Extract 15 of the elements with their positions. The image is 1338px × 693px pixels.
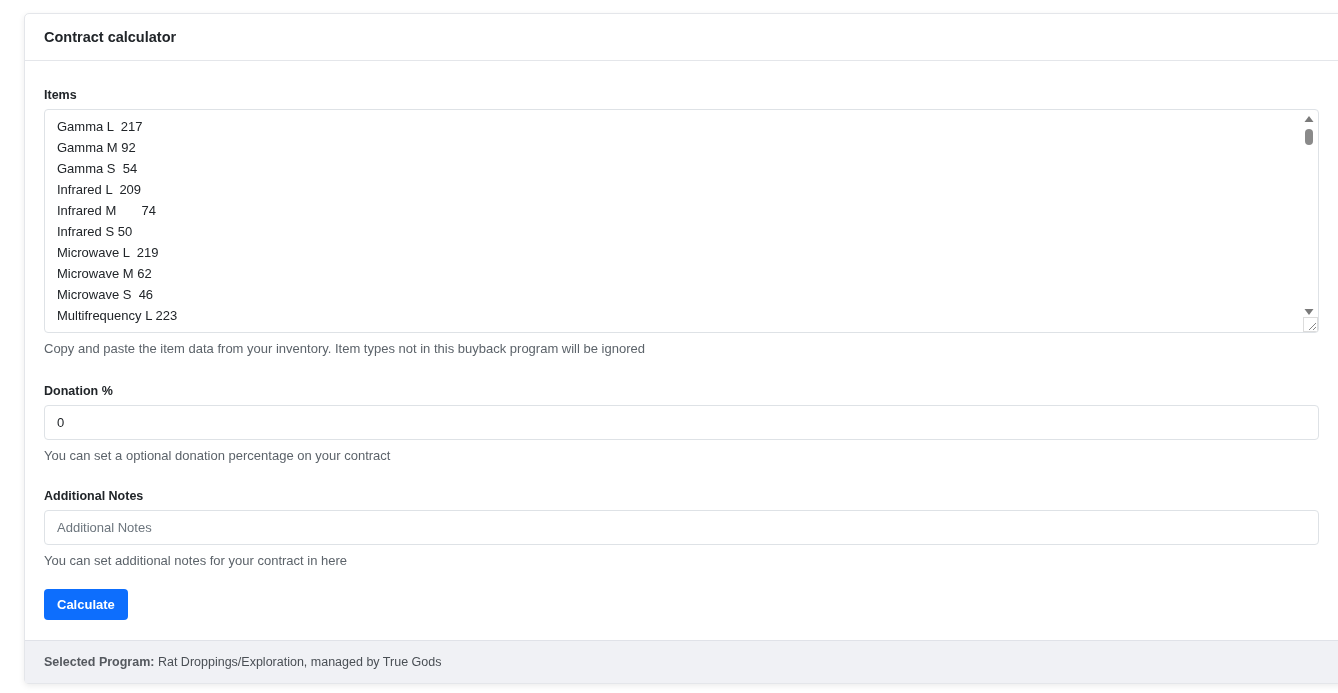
scroll-up-icon[interactable]	[1304, 115, 1314, 123]
help-text: You can set additional notes for your contract in here	[44, 553, 348, 568]
scrollbar-thumb[interactable]	[1305, 129, 1313, 145]
field-label: Donation %	[44, 384, 113, 398]
items-textarea[interactable]: Gamma L 217 Gamma M 92 Gamma S 54 Infrared L 209 Infrared M 74 Infrared S 50 Microwave L 219 Microwave M 62 Microwave S 46 Multifrequency L 223	[44, 109, 1319, 333]
help-text: You can set a optional donation percentage on your contract	[44, 448, 391, 463]
selected-program-text: Selected Program: Rat Droppings/Exploration, managed by True Gods	[44, 655, 442, 669]
help-text: Copy and paste the item data from your inventory. Item types not in this buyback program will be ignored	[44, 341, 645, 356]
resize-grip-icon[interactable]	[1303, 317, 1318, 332]
calculate-button[interactable]: Calculate	[44, 589, 128, 620]
card-title: Contract calculator	[44, 29, 177, 45]
notes-input[interactable]: Additional Notes	[44, 510, 1319, 545]
donation-input[interactable]: 0	[44, 405, 1319, 440]
field-label: Items	[44, 88, 77, 102]
field-label: Additional Notes	[44, 489, 144, 503]
